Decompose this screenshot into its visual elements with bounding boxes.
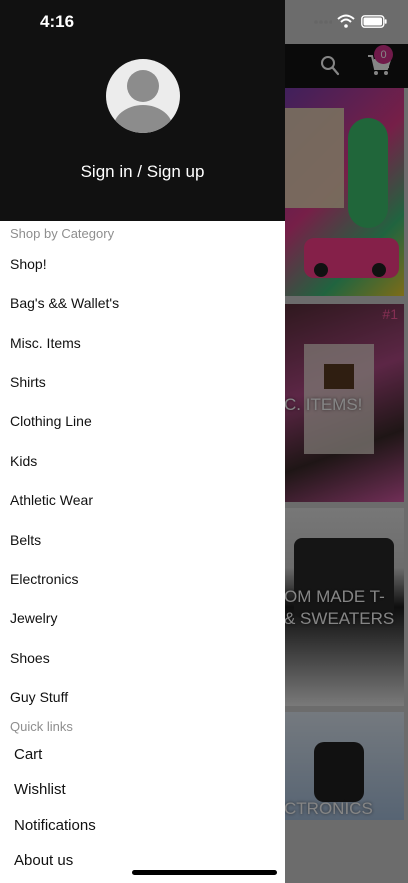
signin-link[interactable]: Sign in / Sign up <box>0 162 285 182</box>
home-indicator[interactable] <box>132 870 277 875</box>
cellular-signal-icon <box>314 20 332 24</box>
status-bar: 4:16 <box>0 0 408 44</box>
category-item-athletic-wear[interactable]: Athletic Wear <box>10 489 280 511</box>
category-item-bags-wallets[interactable]: Bag's && Wallet's <box>10 292 280 314</box>
category-item-clothing-line[interactable]: Clothing Line <box>10 410 280 432</box>
category-item-shop[interactable]: Shop! <box>10 253 280 275</box>
category-item-misc-items[interactable]: Misc. Items <box>10 332 280 354</box>
avatar[interactable] <box>106 59 180 133</box>
category-section-heading: Shop by Category <box>10 226 115 241</box>
category-item-guy-stuff[interactable]: Guy Stuff <box>10 686 280 708</box>
category-item-kids[interactable]: Kids <box>10 450 280 472</box>
category-item-shoes[interactable]: Shoes <box>10 647 280 669</box>
quick-link-about-us[interactable]: About us <box>14 850 280 872</box>
user-icon <box>113 70 173 133</box>
quick-links-heading: Quick links <box>10 719 73 734</box>
category-item-jewelry[interactable]: Jewelry <box>10 607 280 629</box>
category-item-electronics[interactable]: Electronics <box>10 568 280 590</box>
status-time: 4:16 <box>40 12 75 31</box>
category-item-shirts[interactable]: Shirts <box>10 371 280 393</box>
quick-link-wishlist[interactable]: Wishlist <box>14 779 280 801</box>
quick-link-notifications[interactable]: Notifications <box>14 815 280 837</box>
category-item-belts[interactable]: Belts <box>10 529 280 551</box>
battery-icon <box>361 15 387 28</box>
quick-link-cart[interactable]: Cart <box>14 744 280 766</box>
navigation-drawer: Sign in / Sign up Shop by Category Shop!… <box>0 0 285 883</box>
screen: 0 #1 C. ITEMS! OM MADE T- & SWEATERS CTR… <box>0 0 408 883</box>
wifi-icon <box>337 14 355 28</box>
